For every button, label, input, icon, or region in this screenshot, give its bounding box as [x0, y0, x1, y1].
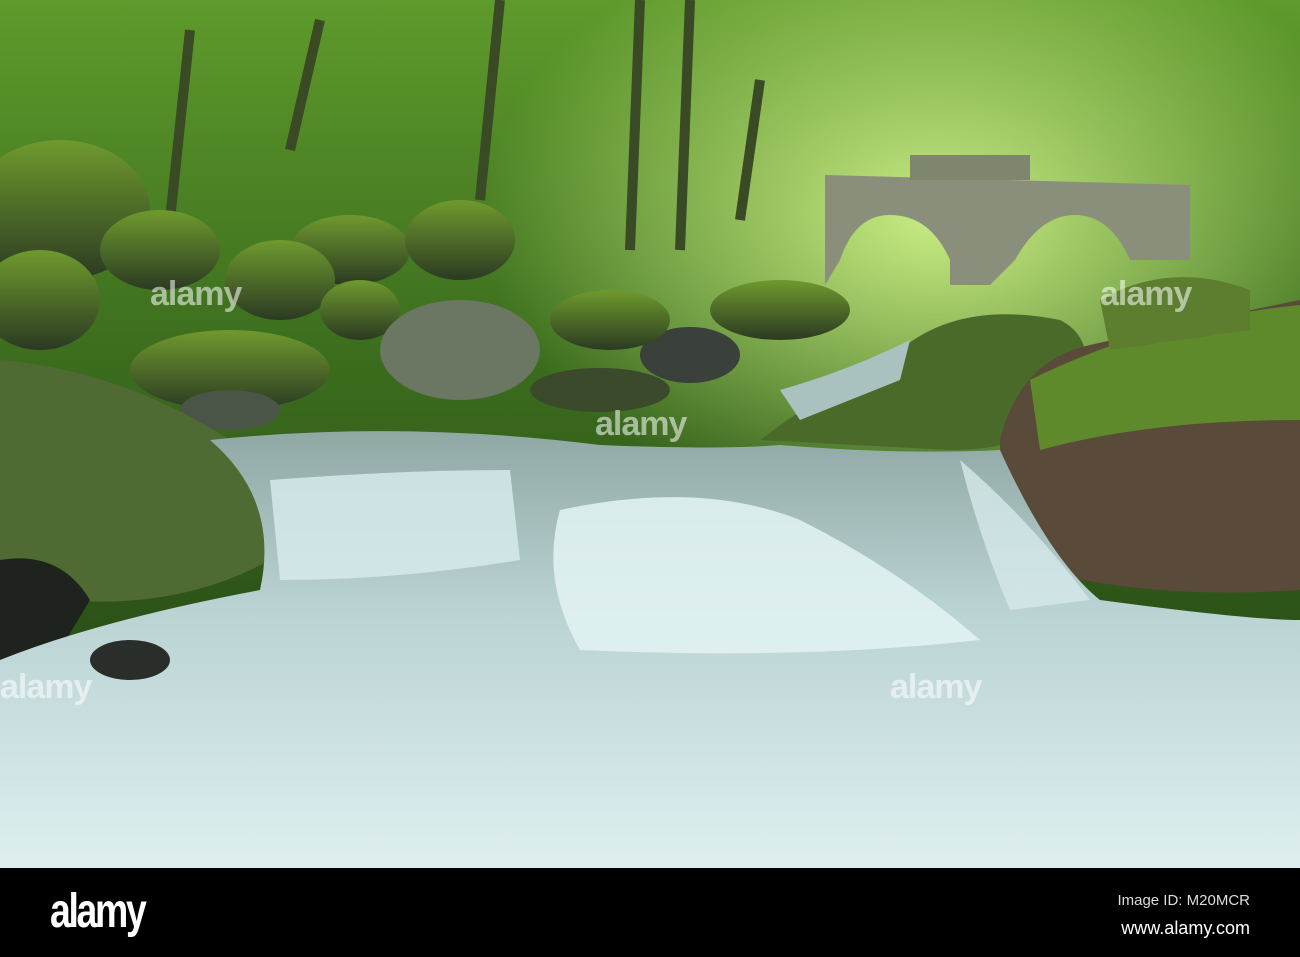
- website-link: www.alamy.com: [1121, 918, 1250, 938]
- watermark: alamy: [595, 405, 687, 443]
- watermark: alamy: [1100, 275, 1192, 313]
- watermark: alamy: [0, 668, 92, 706]
- watermark: alamy: [150, 275, 242, 313]
- waterfall-left: [270, 470, 520, 580]
- alamy-logo: alamy: [50, 885, 147, 938]
- footer-bar: [0, 868, 1300, 957]
- watermark: alamy: [890, 668, 982, 706]
- image-id: Image ID: M20MCR: [1117, 892, 1250, 909]
- stock-photo: alamy alamy alamy alamy alamy alamy Imag…: [0, 0, 1300, 957]
